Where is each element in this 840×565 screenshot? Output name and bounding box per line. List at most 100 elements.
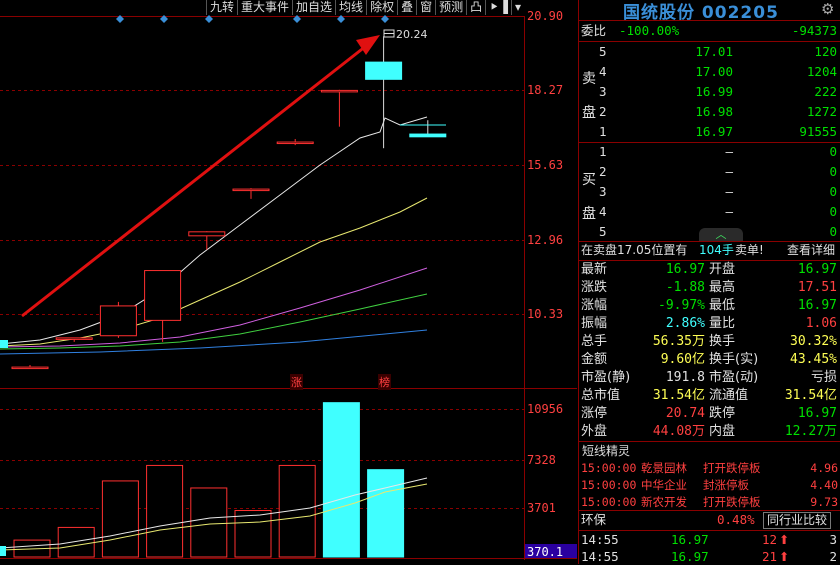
weibi-diff: -94373 xyxy=(791,23,837,38)
sell-row[interactable]: 5 17.01 120 xyxy=(579,42,840,62)
buy-level: 4 xyxy=(599,204,607,219)
quote-value: 16.97 xyxy=(665,262,705,277)
quote-value: 31.54亿 xyxy=(784,388,837,403)
tick-count: 2 xyxy=(829,549,837,564)
quote-row: 外盘 44.08万 内盘 12.27万 xyxy=(579,423,840,441)
toolbar-overlay[interactable]: 叠 xyxy=(397,0,416,15)
quote-value: -1.88 xyxy=(665,280,705,295)
ma-line-white xyxy=(0,116,428,345)
news-time: 15:00:00 xyxy=(581,478,637,492)
sell-volume: 91555 xyxy=(799,124,837,139)
kline-chart-area[interactable]: 九转 重大事件 加自选 均线 除权 叠 窗 预测 凸 ⯈▐ ▾ 20.90 18… xyxy=(0,0,577,564)
quote-label: 开盘 xyxy=(709,262,736,277)
volume-bar xyxy=(57,526,95,558)
quote-value: 30.32% xyxy=(790,334,837,349)
toolbar-dropdown-icon[interactable]: ▾ xyxy=(510,0,524,15)
buy-row[interactable]: 3 – 0 xyxy=(579,182,840,202)
buy-volume: 0 xyxy=(829,204,837,219)
ma-line-violet xyxy=(0,267,428,348)
quote-value: 56.35万 xyxy=(652,334,705,349)
buy-volume: 0 xyxy=(829,224,837,239)
arrow-up-icon: ⬆ xyxy=(779,532,790,547)
candle-body xyxy=(409,133,447,138)
sell-level: 4 xyxy=(599,64,607,79)
candle-body xyxy=(365,61,403,80)
quote-row: 涨停 20.74 跌停 16.97 xyxy=(579,405,840,423)
candlesticks xyxy=(11,36,447,370)
view-details-link[interactable]: 查看详细 xyxy=(787,240,835,260)
sell-price: 17.00 xyxy=(695,64,733,79)
sell-price: 17.01 xyxy=(695,44,733,59)
quote-value: 16.97 xyxy=(797,262,837,277)
industry-name[interactable]: 环保 xyxy=(581,510,606,530)
industry-compare-button[interactable]: 同行业比较 xyxy=(763,512,832,529)
buy-row[interactable]: 1 – 0 xyxy=(579,142,840,162)
news-time: 15:00:00 xyxy=(581,461,637,475)
high-marker xyxy=(383,29,395,38)
notice-tag: 卖单! xyxy=(735,243,764,257)
high-price-label: 20.24 xyxy=(396,28,428,41)
news-value: 4.40 xyxy=(810,478,838,492)
quote-value: 43.45% xyxy=(790,352,837,367)
toolbar-convex[interactable]: 凸 xyxy=(466,0,485,15)
buy-row[interactable]: 2 – 0 xyxy=(579,162,840,182)
buy-row[interactable]: 4 – 0 xyxy=(579,202,840,222)
gear-icon[interactable]: ⚙ xyxy=(821,0,834,18)
quote-label: 外盘 xyxy=(581,424,608,439)
toolbar-window[interactable]: 窗 xyxy=(416,0,435,15)
quote-value: 17.51 xyxy=(797,280,837,295)
sell-volume: 120 xyxy=(814,44,837,59)
toolbar-jiuzhuan[interactable]: 九转 xyxy=(206,0,237,15)
tick-price: 16.97 xyxy=(671,549,709,564)
quote-row: 涨幅 -9.97% 最低 16.97 xyxy=(579,297,840,315)
sell-level: 5 xyxy=(599,44,607,59)
weibi-pct: -100.00% xyxy=(619,23,680,38)
sell-level: 1 xyxy=(599,124,607,139)
buy-price: – xyxy=(725,184,733,199)
quote-label: 市盈(动) xyxy=(709,370,759,385)
toolbar-next-icon[interactable]: ⯈▐ xyxy=(485,0,511,15)
quote-label: 换手 xyxy=(709,334,736,349)
news-item[interactable]: 15:00:00 乾景园林 打开跌停板 4.96 xyxy=(579,460,840,477)
large-order-notice: 在卖盘17.05位置有 104手 卖单! 查看详细 xyxy=(579,240,840,260)
volume-bar xyxy=(367,469,405,558)
ranking-marker[interactable]: 榜 xyxy=(378,374,391,390)
buy-price: – xyxy=(725,204,733,219)
buy-price: – xyxy=(725,164,733,179)
sell-row[interactable]: 2 16.98 1272 xyxy=(579,102,840,122)
quote-value: 31.54亿 xyxy=(652,388,705,403)
sell-row[interactable]: 1 16.97 91555 xyxy=(579,122,840,142)
quote-label: 换手(实) xyxy=(709,352,759,367)
quote-row: 总手 56.35万 换手 30.32% xyxy=(579,333,840,351)
kline-chart[interactable] xyxy=(0,0,577,564)
trend-arrow xyxy=(21,35,380,318)
buy-level: 3 xyxy=(599,184,607,199)
toolbar-forecast[interactable]: 预测 xyxy=(435,0,466,15)
quote-value: 2.86% xyxy=(665,316,705,331)
candle-body xyxy=(320,89,358,93)
limit-up-marker[interactable]: 涨 xyxy=(290,374,303,390)
news-item[interactable]: 15:00:00 新农开发 打开跌停板 9.73 xyxy=(579,494,840,511)
quote-row: 市盈(静) 191.8 市盈(动) 亏损 xyxy=(579,369,840,387)
sell-row[interactable]: 4 17.00 1204 xyxy=(579,62,840,82)
news-stock: 新农开发 xyxy=(641,495,687,509)
buy-volume: 0 xyxy=(829,164,837,179)
tick-volume: 12 xyxy=(761,532,777,547)
volume-bars xyxy=(13,402,405,558)
sell-level: 3 xyxy=(599,84,607,99)
toolbar-add-watchlist[interactable]: 加自选 xyxy=(292,0,335,15)
news-item[interactable]: 15:00:00 中华企业 封涨停板 4.40 xyxy=(579,477,840,494)
volume-bar xyxy=(101,480,139,558)
toolbar-ex-rights[interactable]: 除权 xyxy=(366,0,397,15)
sell-row[interactable]: 3 16.99 222 xyxy=(579,82,840,102)
toolbar-major-events[interactable]: 重大事件 xyxy=(237,0,292,15)
price-axis-label: 10.33 xyxy=(527,307,564,321)
quote-label: 最高 xyxy=(709,280,736,295)
buy-price: – xyxy=(725,144,733,159)
quote-panel: 国统股份 002205 ⚙ 委比 -100.00% -94373 卖盘 5 17… xyxy=(578,0,840,564)
sell-price: 16.97 xyxy=(695,124,733,139)
toolbar-moving-average[interactable]: 均线 xyxy=(335,0,366,15)
quote-row: 振幅 2.86% 量比 1.06 xyxy=(579,315,840,333)
quote-label: 总市值 xyxy=(581,388,621,403)
news-event: 封涨停板 xyxy=(703,478,749,492)
